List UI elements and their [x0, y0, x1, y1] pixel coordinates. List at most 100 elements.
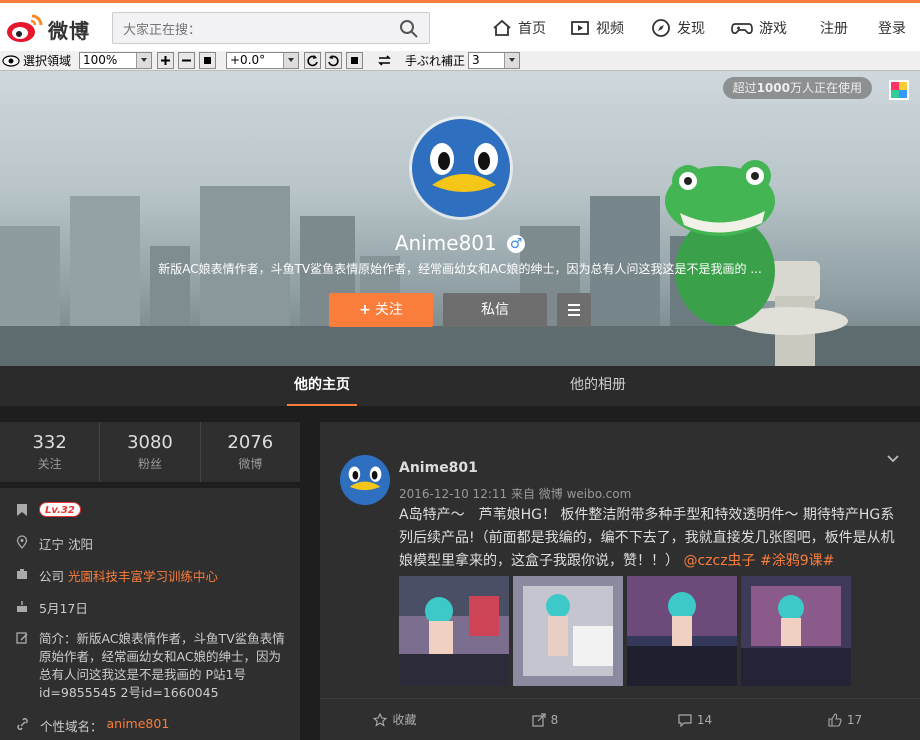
zoom-in-button[interactable] — [157, 52, 174, 69]
favorite-button[interactable]: 收藏 — [320, 699, 470, 740]
feed-actions: 收藏 8 14 17 — [320, 698, 920, 740]
model-kit-photo — [399, 576, 509, 686]
model-kit-photo — [513, 576, 623, 686]
like-button[interactable]: 17 — [770, 699, 920, 740]
palette-icon[interactable] — [888, 79, 910, 101]
comment-icon — [678, 713, 692, 727]
gender-male-icon: ♂ — [507, 235, 526, 253]
nav-video[interactable]: 视频 — [570, 16, 624, 40]
stat-followers[interactable]: 3080 粉丝 — [100, 422, 201, 482]
capture-toolbar: 選択領域 100% +0.0° 手ぶれ補正 3 — [0, 51, 920, 71]
info-company: 公司 光園科技丰富学习训练中心 — [16, 566, 218, 585]
badge-prefix: 超过 — [732, 81, 757, 95]
bio-line-4: id=9855545 2号id=1660045 — [39, 685, 219, 700]
nav-discover-label: 发现 — [677, 21, 705, 37]
feed-photo-2[interactable] — [513, 576, 623, 686]
gamepad-icon — [731, 23, 753, 35]
bio-line-2: 原始作者，经常画幼女和AC娘的绅士，因为 — [39, 649, 282, 664]
rotate-left-button[interactable] — [304, 52, 321, 69]
rotation-value: +0.0° — [230, 53, 266, 67]
bio-line-3: 总有人问这我这是不是我画的 P站1号 — [39, 667, 246, 682]
nav-games-label: 游戏 — [759, 21, 787, 37]
stat-followers-label: 粉丝 — [137, 457, 162, 471]
register-link[interactable]: 注册 — [820, 16, 848, 40]
bookmark-icon — [17, 504, 27, 516]
compass-icon — [652, 19, 670, 37]
info-domain: 个性域名： anime801 — [16, 716, 169, 735]
minus-icon — [182, 59, 191, 62]
model-kit-photo — [627, 576, 737, 686]
zoom-stop-button[interactable] — [199, 52, 216, 69]
search-input[interactable] — [123, 19, 393, 39]
weibo-eye-icon — [7, 14, 43, 42]
chevron-down-icon[interactable] — [886, 452, 900, 466]
stop-icon — [351, 57, 358, 64]
feed-photo-1[interactable] — [399, 576, 509, 686]
model-kit-photo — [741, 576, 851, 686]
follow-label: 关注 — [374, 302, 403, 318]
zoom-out-button[interactable] — [178, 52, 195, 69]
select-area-tool[interactable]: 選択領域 — [2, 52, 71, 69]
hashtag-link[interactable]: #涂鸦9课# — [760, 553, 834, 569]
comment-button[interactable]: 14 — [620, 699, 770, 740]
feed-timestamp[interactable]: 2016-12-10 12:11 来自 微博 weibo.com — [399, 485, 631, 502]
rotate-right-icon — [328, 55, 339, 67]
rotate-stop-button[interactable] — [346, 52, 363, 69]
login-link[interactable]: 登录 — [878, 16, 906, 40]
rotate-right-button[interactable] — [325, 52, 342, 69]
rotation-select[interactable]: +0.0° — [226, 52, 299, 69]
feed-card: Anime801 2016-12-10 12:11 来自 微博 weibo.co… — [320, 422, 920, 740]
feed-photo-3[interactable] — [627, 576, 737, 686]
nav-home[interactable]: 首页 — [492, 16, 546, 40]
stat-posts[interactable]: 2076 微博 — [201, 422, 300, 482]
swap-icon — [378, 55, 391, 66]
nav-video-label: 视频 — [596, 21, 624, 37]
users-online-badge: 超过1000万人正在使用 — [722, 77, 872, 99]
more-menu-button[interactable] — [557, 293, 591, 327]
top-nav-bar: 微博 首页 视频 发现 游戏 注册 登录 — [0, 0, 920, 51]
nav-discover[interactable]: 发现 — [651, 16, 705, 40]
star-icon — [373, 712, 388, 727]
profile-stats: 332 关注 3080 粉丝 2076 微博 — [0, 422, 300, 482]
like-icon — [828, 712, 842, 727]
company-link[interactable]: 光園科技丰富学习训练中心 — [68, 566, 218, 585]
info-birthday: 5月17日 — [16, 598, 88, 617]
domain-label: 个性域名： — [40, 719, 103, 734]
like-count: 17 — [846, 712, 863, 727]
chevron-down-icon — [136, 53, 151, 68]
search-box[interactable] — [112, 12, 430, 44]
company-prefix: 公司 — [39, 569, 65, 584]
weibo-logo[interactable]: 微博 — [6, 12, 102, 44]
domain-link[interactable]: anime801 — [107, 716, 170, 735]
plus-icon — [161, 56, 170, 65]
bio-line-1: 简介：新版AC娘表情作者，斗鱼TV鲨鱼表情 — [39, 631, 285, 646]
level-badge[interactable]: Lv.32 — [39, 502, 81, 517]
feed-photo-4[interactable] — [741, 576, 851, 686]
zoom-select[interactable]: 100% — [79, 52, 152, 69]
nav-games[interactable]: 游戏 — [731, 16, 787, 40]
stat-posts-label: 微博 — [238, 457, 263, 471]
briefcase-icon — [17, 569, 27, 579]
repost-button[interactable]: 8 — [470, 699, 620, 740]
feed-username[interactable]: Anime801 — [399, 460, 478, 476]
comment-count: 14 — [696, 712, 713, 727]
repost-icon — [532, 712, 546, 727]
feed-avatar[interactable] — [340, 455, 390, 505]
stabilize-select[interactable]: 3 — [468, 52, 520, 69]
feed-text: A岛特产～ 芦苇娘HG！ 板件整洁附带多种手型和特效透明件～ 期待特产HG系列后… — [399, 504, 897, 573]
message-button[interactable]: 私信 — [443, 293, 547, 327]
profile-description: 新版AC娘表情作者，斗鱼TV鲨鱼表情原始作者，经常画幼女和AC娘的绅士，因为总有… — [158, 262, 762, 276]
plus-icon: + — [359, 302, 371, 318]
home-icon — [493, 19, 511, 36]
cake-icon — [17, 601, 27, 612]
search-icon[interactable] — [399, 19, 419, 39]
stat-following[interactable]: 332 关注 — [0, 422, 101, 482]
mention-link[interactable]: @czcz虫子 — [683, 553, 755, 569]
stat-following-num: 332 — [32, 432, 67, 453]
swap-button[interactable] — [376, 52, 393, 69]
follow-button[interactable]: + 关注 — [329, 293, 433, 327]
tab-home[interactable]: 他的主页 — [287, 366, 357, 406]
tab-album[interactable]: 他的相册 — [563, 366, 633, 406]
profile-avatar[interactable] — [409, 116, 513, 220]
badge-number: 1000 — [756, 81, 790, 95]
